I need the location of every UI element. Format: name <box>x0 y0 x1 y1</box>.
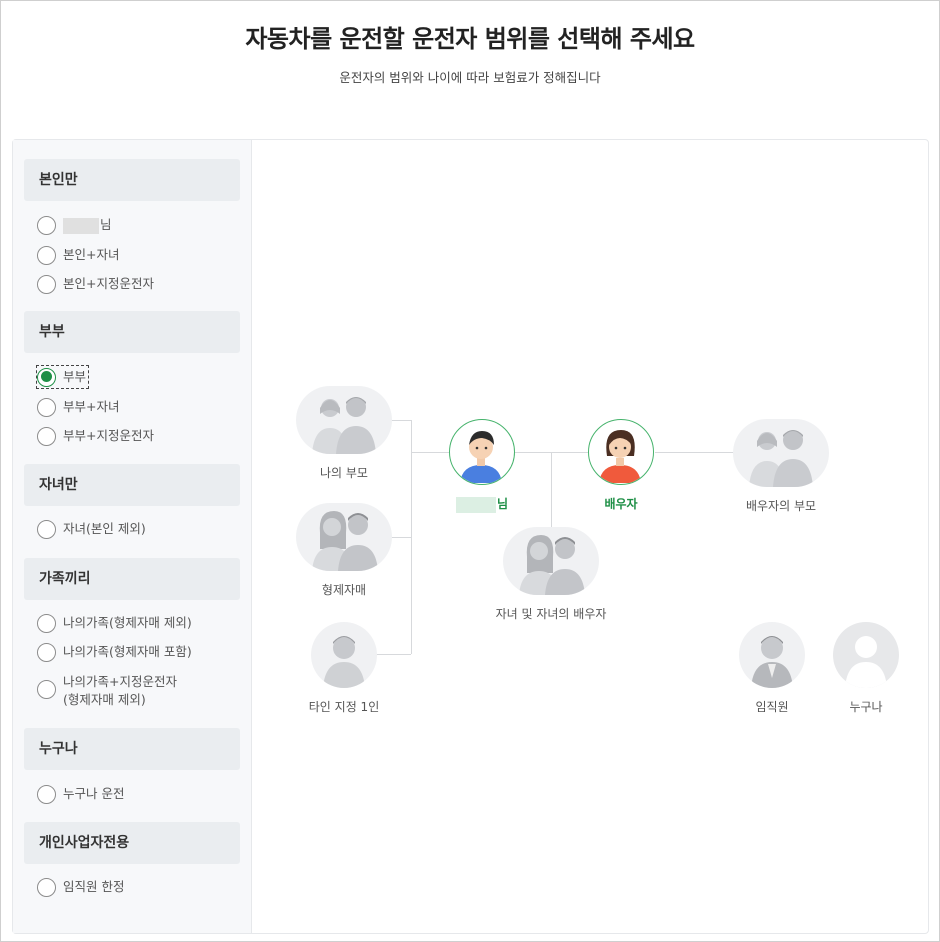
driver-scope-panel: 본인만 님 본인+자녀 본인+지정운전자 부부 부부 부부+자녀 부부+지정운전… <box>12 139 929 934</box>
node-siblings: 형제자매 <box>294 503 394 598</box>
page-subtitle: 운전자의 범위와 나이에 따라 보험료가 정해집니다 <box>339 70 601 85</box>
node-self: 님 <box>442 419 522 513</box>
option-anyone[interactable]: 누구나 운전 <box>37 782 124 806</box>
node-label: 형제자매 <box>321 583 367 597</box>
siblings-illustration-icon <box>296 503 392 571</box>
node-spouse-parents: 배우자의 부모 <box>731 419 831 514</box>
self-avatar-icon <box>449 419 515 485</box>
radio-button[interactable] <box>37 877 56 897</box>
option-family-incl-siblings[interactable]: 나의가족(형제자매 포함) <box>37 640 192 664</box>
radio-button-checked[interactable] <box>37 367 56 387</box>
masked-name <box>455 496 496 513</box>
radio-button[interactable] <box>37 426 56 446</box>
option-couple-children[interactable]: 부부+자녀 <box>37 395 119 419</box>
radio-button[interactable] <box>37 680 56 699</box>
radio-button[interactable] <box>37 274 56 294</box>
anonymous-person-icon <box>833 622 899 688</box>
connector-line <box>551 452 552 528</box>
node-label: 나의 부모 <box>320 466 368 480</box>
option-label: 자녀(본인 제외) <box>63 521 146 536</box>
spouse-parents-illustration-icon <box>733 419 829 487</box>
option-self-designated[interactable]: 본인+지정운전자 <box>37 272 154 296</box>
radio-button[interactable] <box>37 245 56 265</box>
family-relation-diagram: 나의 부모 형제자매 타인 지정 1인 님 배우자 배우자의 부모 자녀 및 자… <box>253 140 928 933</box>
group-heading-self-only: 본인만 <box>24 159 240 201</box>
option-label: 누구나 운전 <box>63 786 125 801</box>
group-heading-couple: 부부 <box>24 311 240 353</box>
employee-icon <box>739 622 805 688</box>
spouse-avatar-icon <box>588 419 654 485</box>
option-label: 나의가족+지정운전자 (형제자매 제외) <box>63 674 177 707</box>
option-label: 나의가족(형제자매 포함) <box>63 644 192 659</box>
group-heading-family: 가족끼리 <box>24 558 240 600</box>
option-label: 님 <box>63 216 112 234</box>
connector-line <box>411 420 412 654</box>
node-spouse: 배우자 <box>581 419 661 512</box>
driver-scope-sidebar: 본인만 님 본인+자녀 본인+지정운전자 부부 부부 부부+자녀 부부+지정운전… <box>13 140 252 933</box>
node-anyone: 누구나 <box>826 622 906 715</box>
children-illustration-icon <box>503 527 599 595</box>
node-my-parents: 나의 부모 <box>294 386 394 481</box>
masked-name <box>63 217 99 234</box>
node-label-self: 님 <box>442 495 522 513</box>
node-employee: 임직원 <box>732 622 812 715</box>
node-label: 배우자 <box>604 497 638 511</box>
option-label: 부부+자녀 <box>63 399 120 414</box>
group-heading-children-only: 자녀만 <box>24 464 240 506</box>
group-heading-anyone: 누구나 <box>24 728 240 770</box>
option-children-only[interactable]: 자녀(본인 제외) <box>37 517 146 541</box>
option-label: 부부 <box>63 369 87 384</box>
parents-illustration-icon <box>296 386 392 454</box>
radio-button[interactable] <box>37 519 56 539</box>
radio-button[interactable] <box>37 215 56 235</box>
radio-button[interactable] <box>37 613 56 633</box>
node-label: 타인 지정 1인 <box>308 700 380 714</box>
option-couple-designated[interactable]: 부부+지정운전자 <box>37 424 154 448</box>
option-self-only[interactable]: 님 <box>37 213 112 237</box>
option-family-excl-siblings[interactable]: 나의가족(형제자매 제외) <box>37 611 192 635</box>
node-label: 자녀 및 자녀의 배우자 <box>495 607 607 621</box>
option-label: 임직원 한정 <box>63 879 125 894</box>
page-title: 자동차를 운전할 운전자 범위를 선택해 주세요 <box>245 25 695 53</box>
radio-button[interactable] <box>37 642 56 662</box>
option-employees-only[interactable]: 임직원 한정 <box>37 875 124 899</box>
connector-line <box>515 452 589 453</box>
radio-button[interactable] <box>37 397 56 417</box>
option-label: 본인+자녀 <box>63 247 120 262</box>
designated-person-icon <box>311 622 377 688</box>
option-label: 나의가족(형제자매 제외) <box>63 615 192 630</box>
option-label: 부부+지정운전자 <box>63 428 154 443</box>
node-label: 임직원 <box>755 700 789 714</box>
option-self-children[interactable]: 본인+자녀 <box>37 243 119 267</box>
radio-button[interactable] <box>37 784 56 804</box>
node-children: 자녀 및 자녀의 배우자 <box>491 527 611 622</box>
option-label: 본인+지정운전자 <box>63 276 154 291</box>
group-heading-sole-proprietor: 개인사업자전용 <box>24 822 240 864</box>
node-label: 배우자의 부모 <box>745 499 817 513</box>
node-label: 누구나 <box>849 700 883 714</box>
node-designated-person: 타인 지정 1인 <box>304 622 384 715</box>
option-couple[interactable]: 부부 <box>37 365 86 389</box>
option-family-designated[interactable]: 나의가족+지정운전자 (형제자매 제외) <box>37 673 177 711</box>
